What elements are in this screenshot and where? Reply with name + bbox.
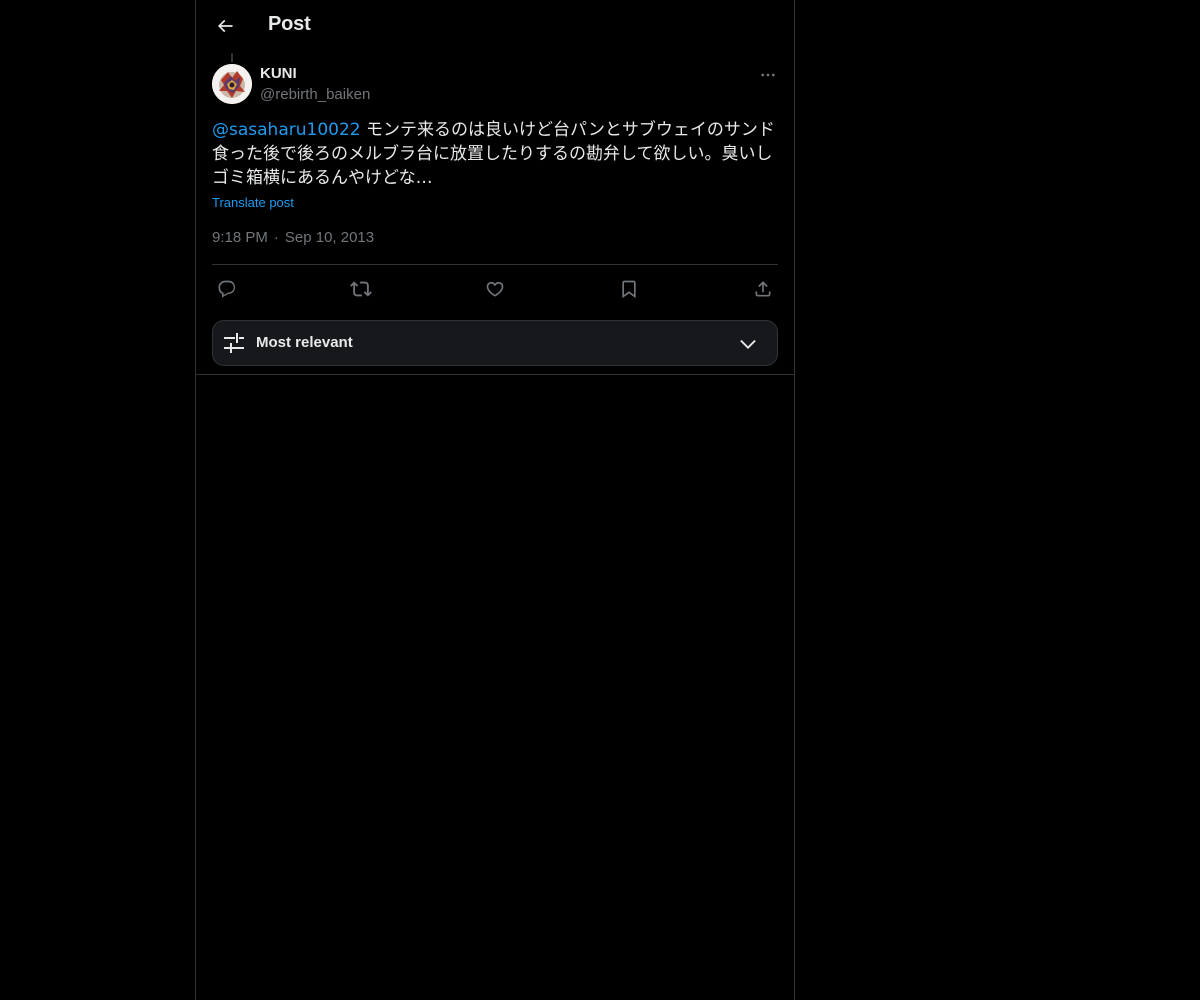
bookmark-button[interactable] — [614, 274, 644, 304]
sort-label: Most relevant — [256, 334, 353, 351]
reply-button[interactable] — [212, 274, 242, 304]
sliders-icon — [223, 332, 245, 354]
bookmark-icon — [619, 279, 639, 299]
post-timestamp: 9:18 PM · Sep 10, 2013 — [212, 229, 374, 246]
section-divider — [196, 374, 794, 375]
share-icon — [753, 279, 773, 299]
top-bar: Post — [196, 0, 794, 53]
post-actions-bar — [212, 272, 778, 304]
avatar[interactable] — [212, 64, 252, 104]
avatar-image — [212, 64, 252, 104]
heart-icon — [485, 279, 505, 299]
arrow-left-icon — [215, 16, 235, 36]
thread-connector-line — [231, 53, 233, 62]
post-date[interactable]: Sep 10, 2013 — [285, 229, 374, 246]
reply-icon — [217, 279, 237, 299]
repost-button[interactable] — [346, 274, 376, 304]
page-title: Post — [268, 13, 311, 35]
translate-post-link[interactable]: Translate post — [212, 195, 294, 210]
timestamp-separator: · — [273, 229, 279, 246]
post-body: @sasaharu10022 モンテ来るのは良いけど台パンとサブウェイのサンド食… — [212, 118, 782, 190]
more-options-button[interactable] — [752, 61, 784, 89]
post-time[interactable]: 9:18 PM — [212, 229, 268, 246]
author-name[interactable]: KUNI — [260, 65, 297, 82]
sort-replies-dropdown[interactable]: Most relevant — [212, 320, 778, 366]
divider — [212, 264, 778, 265]
more-icon — [759, 66, 777, 84]
chevron-down-icon — [737, 333, 759, 355]
mention-link[interactable]: @sasaharu10022 — [212, 120, 361, 140]
like-button[interactable] — [480, 274, 510, 304]
share-button[interactable] — [748, 274, 778, 304]
post-column: Post KUNI @rebirth_baiken @sasaharu10022… — [195, 0, 795, 1000]
back-button[interactable] — [208, 9, 242, 43]
repost-icon — [350, 278, 372, 300]
author-handle[interactable]: @rebirth_baiken — [260, 86, 370, 103]
